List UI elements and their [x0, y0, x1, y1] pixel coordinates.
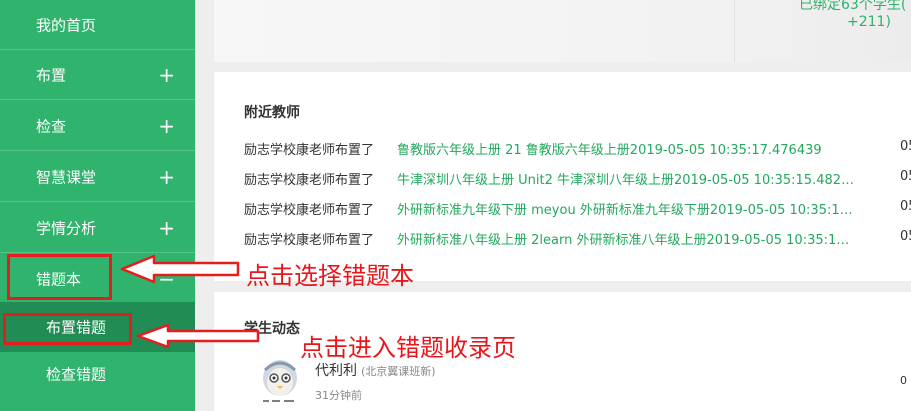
sidebar-item-analysis[interactable]: 学情分析 +	[0, 203, 195, 253]
list-item: 励志学校康老师布置了 外研新标准九年级下册 meyou 外研新标准九年级下册20…	[244, 199, 911, 219]
sidebar-item-assign[interactable]: 布置 +	[0, 50, 195, 100]
assignment-link[interactable]: 鲁教版六年级上册 21 鲁教版六年级上册2019-05-05 10:35:17.…	[397, 139, 855, 158]
item-date: 05	[900, 169, 911, 184]
avatar[interactable]	[257, 356, 303, 406]
item-date: 05	[900, 199, 911, 214]
student-name[interactable]: 代利利	[315, 363, 357, 379]
plus-icon: +	[158, 215, 175, 240]
plus-icon: +	[158, 164, 175, 189]
sidebar-item-label: 我的首页	[36, 16, 97, 34]
sidebar-item-check[interactable]: 检查 +	[0, 101, 195, 151]
time-ago: 31分钟前	[315, 389, 362, 402]
sidebar-item-home[interactable]: 我的首页	[0, 0, 195, 50]
plus-icon: +	[158, 113, 175, 138]
student-class: (北京翼课班新)	[361, 365, 436, 378]
list-item: 励志学校康老师布置了 外研新标准八年级上册 2learn 外研新标准八年级上册2…	[244, 229, 911, 249]
teacher-action: 励志学校康老师布置了	[244, 143, 375, 158]
highlight-box-mistakes	[7, 254, 112, 300]
assignment-link[interactable]: 外研新标准八年级上册 2learn 外研新标准八年级上册2019-05-05 1…	[397, 229, 855, 248]
highlight-box-assign-mistakes	[3, 313, 132, 345]
bound-students-count: +211)	[847, 14, 891, 30]
bound-students-text: 已绑定63个学生(	[799, 0, 907, 13]
teacher-action: 励志学校康老师布置了	[244, 173, 375, 188]
item-date: 05	[900, 139, 911, 154]
nearby-teachers-card: 附近教师 励志学校康老师布置了 鲁教版六年级上册 21 鲁教版六年级上册2019…	[214, 72, 911, 281]
divider	[734, 0, 735, 62]
assignment-link[interactable]: 牛津深圳八年级上册 Unit2 牛津深圳八年级上册2019-05-05 10:3…	[397, 169, 855, 188]
sidebar-item-label: 检查	[36, 117, 67, 135]
plus-icon: +	[158, 62, 175, 87]
item-date: 0	[900, 374, 907, 387]
student-name-line: 代利利 (北京翼课班新)	[315, 360, 436, 380]
assignment-link[interactable]: 外研新标准九年级下册 meyou 外研新标准九年级下册2019-05-05 10…	[397, 199, 855, 218]
sidebar-subitem-label: 检查错题	[46, 365, 107, 384]
sidebar-item-label: 智慧课堂	[36, 168, 97, 186]
annotation-select-mistakes: 点击选择错题本	[246, 262, 414, 290]
item-date: 05	[900, 229, 911, 244]
teacher-action: 励志学校康老师布置了	[244, 233, 375, 248]
arrow-left-icon	[120, 254, 240, 284]
sidebar-item-label: 布置	[36, 66, 67, 84]
teacher-action: 励志学校康老师布置了	[244, 203, 375, 218]
section-title: 附近教师	[244, 105, 300, 121]
list-item: 励志学校康老师布置了 鲁教版六年级上册 21 鲁教版六年级上册2019-05-0…	[244, 139, 911, 159]
annotation-enter-mistakes: 点击进入错题收录页	[300, 334, 516, 362]
sidebar-subitem-check-mistakes[interactable]: 检查错题	[0, 349, 195, 399]
sidebar: 我的首页 布置 + 检查 + 智慧课堂 + 学情分析 + 错题本 − 布置错题 …	[0, 0, 195, 411]
arrow-left-icon	[136, 323, 260, 349]
sidebar-item-smart-class[interactable]: 智慧课堂 +	[0, 152, 195, 202]
summary-card: 已绑定63个学生( +211)	[214, 0, 911, 62]
list-item: 励志学校康老师布置了 牛津深圳八年级上册 Unit2 牛津深圳八年级上册2019…	[244, 169, 911, 189]
sidebar-item-label: 学情分析	[36, 219, 97, 237]
